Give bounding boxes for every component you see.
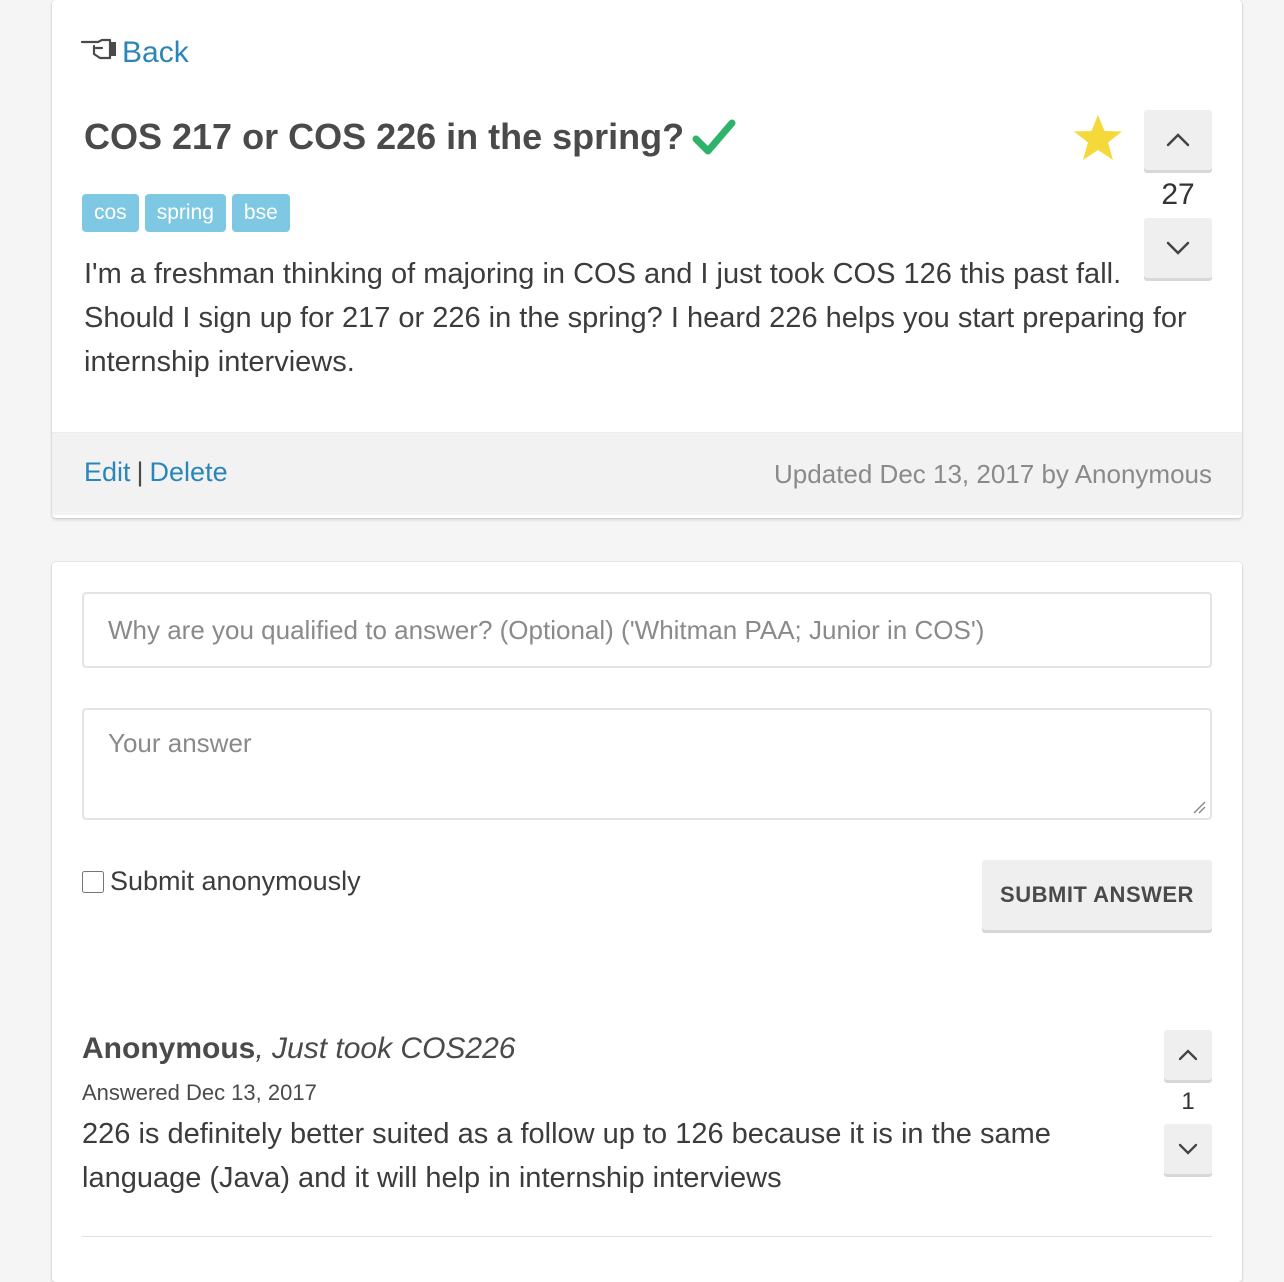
- question-upvote-button[interactable]: [1144, 110, 1212, 170]
- delete-link[interactable]: Delete: [150, 457, 228, 487]
- tag-list: cos spring bse: [82, 194, 290, 232]
- anonymous-option[interactable]: Submit anonymously: [82, 866, 361, 897]
- checkmark-icon: [692, 117, 736, 157]
- tag[interactable]: spring: [144, 194, 226, 232]
- hand-pointing-left-icon: [80, 34, 118, 72]
- updated-text: Updated Dec 13, 2017 by Anonymous: [774, 459, 1212, 489]
- question-actions: Edit | Delete: [84, 457, 228, 488]
- back-label: Back: [122, 36, 189, 69]
- anonymous-label: Submit anonymously: [110, 866, 361, 896]
- tag[interactable]: bse: [231, 194, 290, 232]
- resize-grip-icon[interactable]: [1192, 800, 1206, 819]
- answer-credential: , Just took COS226: [255, 1032, 516, 1065]
- answer-vote-count: 1: [1181, 1088, 1195, 1115]
- divider: [82, 1236, 1212, 1237]
- question-title-row: COS 217 or COS 226 in the spring?: [84, 116, 1044, 158]
- answer-body: 226 is definitely better suited as a fol…: [82, 1118, 1051, 1194]
- tag[interactable]: cos: [82, 194, 139, 232]
- answer-date: Answered Dec 13, 2017: [82, 1080, 317, 1105]
- anonymous-checkbox[interactable]: [82, 870, 104, 893]
- answer-downvote-button[interactable]: [1164, 1124, 1212, 1174]
- question-vote-count: 27: [1161, 178, 1195, 211]
- question-footer: Edit | Delete Updated Dec 13, 2017 by Anon…: [52, 432, 1242, 515]
- edit-link[interactable]: Edit: [84, 457, 131, 487]
- answer-item: Anonymous, Just took COS226 Answered Dec…: [82, 1032, 1212, 1194]
- back-link[interactable]: Back: [80, 34, 189, 72]
- question-card: Back COS 217 or COS 226 in the spring? 2…: [52, 0, 1242, 518]
- answer-author: Anonymous: [82, 1032, 256, 1065]
- answer-byline: Anonymous, Just took COS226: [82, 1032, 1212, 1066]
- chevron-down-icon: [1177, 1142, 1199, 1156]
- qualification-input[interactable]: [82, 592, 1212, 668]
- chevron-up-icon: [1165, 132, 1191, 148]
- answers-card: Submit anonymously SUBMIT ANSWER Anonymo…: [52, 562, 1242, 1282]
- answer-upvote-button[interactable]: [1164, 1030, 1212, 1080]
- answer-textarea[interactable]: [82, 708, 1212, 820]
- chevron-up-icon: [1177, 1048, 1199, 1062]
- action-separator: |: [136, 457, 144, 487]
- question-body: I'm a freshman thinking of majoring in C…: [84, 258, 1187, 378]
- submit-answer-button[interactable]: SUBMIT ANSWER: [982, 860, 1212, 930]
- question-title: COS 217 or COS 226 in the spring?: [84, 116, 685, 157]
- star-icon[interactable]: [1072, 112, 1124, 164]
